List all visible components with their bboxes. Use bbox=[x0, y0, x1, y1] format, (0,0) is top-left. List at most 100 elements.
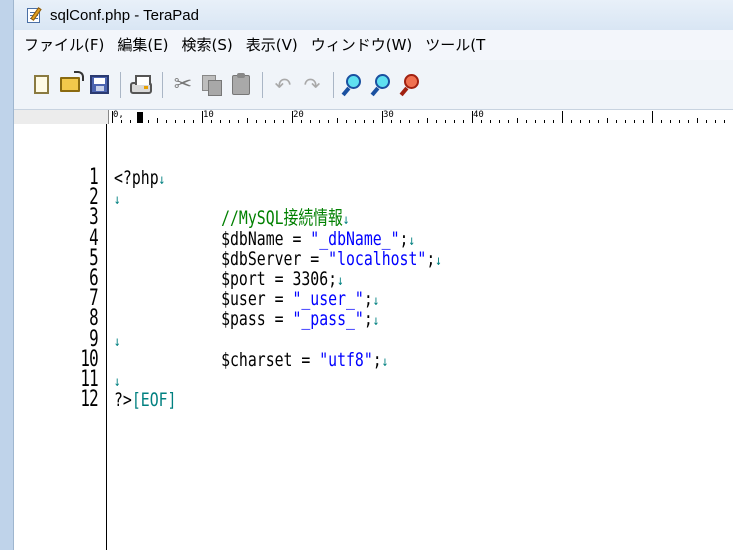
find-next-button[interactable] bbox=[399, 72, 425, 98]
ruler-tick bbox=[634, 120, 635, 123]
ruler-tick bbox=[526, 120, 527, 123]
ruler-tick bbox=[247, 118, 248, 123]
open-file-button[interactable] bbox=[57, 71, 84, 98]
ruler-tick bbox=[580, 120, 581, 123]
cut-button[interactable]: ✂ bbox=[170, 72, 196, 98]
menu-bar: ファイル(F) 編集(E) 検索(S) 表示(V) ウィンドウ(W) ツール(T bbox=[14, 30, 733, 60]
newline-mark: ↓ bbox=[158, 172, 166, 188]
ruler-tick bbox=[382, 111, 383, 123]
column-ruler: 0, 10 20 30 40 bbox=[14, 110, 733, 124]
menu-search[interactable]: 検索(S) bbox=[175, 30, 239, 60]
new-file-icon bbox=[33, 75, 49, 94]
ruler-scale: 0, 10 20 30 40 bbox=[108, 110, 733, 124]
toolbar: ✂ ↶ ↷ bbox=[14, 60, 733, 110]
menu-view[interactable]: 表示(V) bbox=[239, 30, 304, 60]
find-button[interactable] bbox=[341, 72, 367, 98]
ruler-tick bbox=[706, 120, 707, 123]
find-next-icon bbox=[399, 73, 424, 97]
code-line[interactable]: <?php↓ bbox=[114, 168, 165, 190]
find-prev-icon bbox=[370, 73, 395, 97]
ruler-tick bbox=[508, 120, 509, 123]
print-button[interactable] bbox=[128, 72, 154, 98]
string-token: "_dbName_" bbox=[310, 227, 400, 250]
ruler-tick bbox=[472, 111, 473, 123]
menu-file[interactable]: ファイル(F) bbox=[14, 30, 110, 60]
paste-button[interactable] bbox=[228, 72, 254, 98]
string-token: "localhost" bbox=[328, 247, 427, 270]
toolbar-separator bbox=[262, 71, 263, 98]
toolbar-separator bbox=[120, 71, 121, 98]
ruler-tick bbox=[256, 120, 257, 123]
menu-edit[interactable]: 編集(E) bbox=[110, 30, 174, 60]
toolbar-separator bbox=[333, 71, 334, 98]
eof-marker: [EOF] bbox=[131, 389, 177, 412]
plain-token: ; bbox=[363, 308, 373, 331]
plain-token: $charset = bbox=[221, 348, 320, 371]
window-left-border bbox=[0, 0, 14, 550]
ruler-tick bbox=[436, 120, 437, 123]
toolbar-separator bbox=[162, 71, 163, 98]
find-prev-button[interactable] bbox=[370, 72, 396, 98]
newline-mark: ↓ bbox=[342, 212, 350, 229]
ruler-tick bbox=[499, 120, 500, 123]
newline-mark: ↓ bbox=[114, 374, 121, 390]
undo-button[interactable]: ↶ bbox=[270, 72, 296, 98]
ruler-tick bbox=[418, 120, 419, 123]
ruler-tick bbox=[130, 120, 131, 123]
newline-mark: ↓ bbox=[114, 333, 121, 350]
ruler-tick bbox=[409, 120, 410, 123]
title-bar[interactable]: sqlConf.php - TeraPad bbox=[14, 0, 733, 30]
ruler-tick bbox=[202, 111, 203, 123]
ruler-tick bbox=[310, 120, 311, 123]
open-file-icon bbox=[60, 71, 84, 92]
ruler-tick bbox=[220, 120, 221, 123]
cut-icon: ✂ bbox=[173, 71, 193, 97]
code-line[interactable]: $charset = "utf8";↓ bbox=[114, 350, 388, 372]
terapad-window: sqlConf.php - TeraPad ファイル(F) 編集(E) 検索(S… bbox=[0, 0, 733, 550]
save-button[interactable] bbox=[86, 72, 112, 98]
ruler-tick bbox=[166, 120, 167, 123]
plain-token: ; bbox=[399, 227, 409, 250]
plain-token: ; bbox=[363, 288, 373, 311]
ruler-tick bbox=[265, 120, 266, 123]
ruler-tick bbox=[112, 111, 113, 123]
ruler-tick bbox=[652, 111, 653, 123]
ruler-tick bbox=[355, 120, 356, 123]
newline-mark: ↓ bbox=[372, 293, 380, 310]
plain-token: $port = 3306; bbox=[221, 268, 338, 290]
ruler-tick bbox=[643, 120, 644, 123]
ruler-tick bbox=[535, 120, 536, 123]
newline-mark: ↓ bbox=[114, 192, 121, 209]
new-file-button[interactable] bbox=[28, 72, 54, 98]
ruler-cursor-marker bbox=[137, 112, 143, 123]
ruler-tick bbox=[319, 120, 320, 123]
ruler-tick bbox=[148, 120, 149, 123]
ruler-tick bbox=[715, 120, 716, 123]
code-line[interactable]: ?>[EOF] bbox=[114, 390, 176, 410]
ruler-label: 10 bbox=[203, 110, 214, 120]
ruler-tick bbox=[238, 120, 239, 123]
paste-icon bbox=[232, 72, 250, 95]
terapad-app-icon[interactable] bbox=[26, 6, 44, 24]
ruler-tick bbox=[283, 120, 284, 123]
line-number: 12 bbox=[80, 387, 98, 413]
plain-token: ; bbox=[372, 348, 382, 371]
ruler-tick bbox=[427, 118, 428, 123]
ruler-tick bbox=[139, 120, 140, 123]
copy-icon bbox=[202, 74, 222, 96]
ruler-gutter bbox=[14, 110, 108, 124]
ruler-tick bbox=[562, 111, 563, 123]
redo-button[interactable]: ↷ bbox=[299, 72, 325, 98]
ruler-tick bbox=[346, 120, 347, 123]
code-line[interactable]: $pass = "_pass_";↓ bbox=[114, 309, 379, 331]
ruler-tick bbox=[661, 120, 662, 123]
ruler-tick bbox=[616, 120, 617, 123]
menu-tools[interactable]: ツール(T bbox=[418, 30, 491, 60]
copy-button[interactable] bbox=[199, 72, 225, 98]
newline-mark: ↓ bbox=[435, 252, 442, 269]
ruler-tick bbox=[454, 120, 455, 123]
newline-mark: ↓ bbox=[337, 273, 344, 289]
menu-window[interactable]: ウィンドウ(W) bbox=[304, 30, 419, 60]
ruler-tick bbox=[157, 118, 158, 123]
text-editor-area[interactable]: 1 2 3 4 5 6 7 8 9 10 11 12 <?php↓ ↓ //MySQL接続情報↓ $db… bbox=[14, 124, 733, 550]
